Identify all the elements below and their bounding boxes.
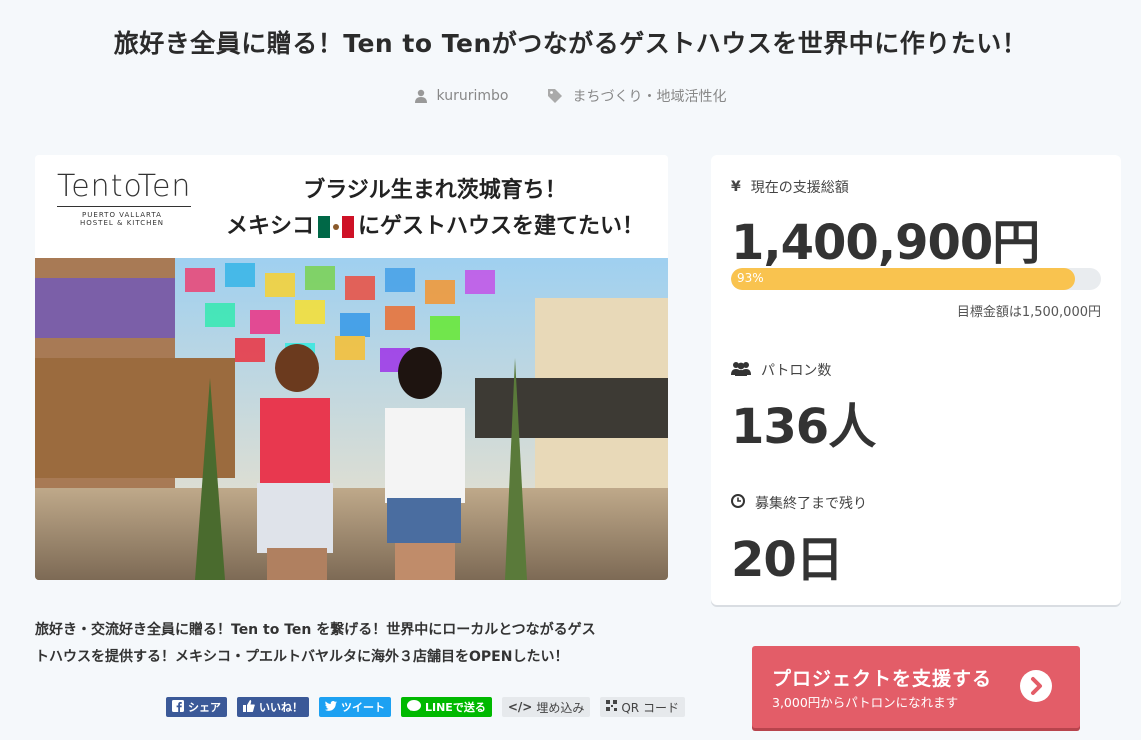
- headline-mexico: メキシコ: [225, 214, 314, 239]
- description-line-1: 旅好き・交流好き全員に贈る！Ten to Ten を繋げる！世界中にローカルとつ…: [35, 622, 596, 638]
- headline-line-2: メキシコ にゲストハウスを建てたい！: [205, 209, 665, 245]
- progress-fill: 93%: [731, 268, 1076, 290]
- user-icon: [414, 89, 427, 103]
- funding-label: 現在の支援総額: [750, 180, 849, 196]
- funding-stats-panel: ¥ 現在の支援総額 1,400,900円 93% 目標金額は1,500,000円…: [711, 155, 1121, 605]
- funding-progress-bar: 93%: [731, 268, 1101, 290]
- like-label: いいね！: [259, 701, 303, 714]
- twitter-share-button[interactable]: ツイート: [319, 697, 391, 717]
- project-hero-image: TentoTen PUERTO VALLARTA HOSTEL & KITCHE…: [35, 155, 668, 580]
- funding-amount: 1,400,900円: [731, 215, 1040, 271]
- line-label: LINEで送る: [425, 701, 486, 714]
- tag-icon: [548, 89, 563, 103]
- facebook-icon: [172, 699, 184, 715]
- banner-headline: ブラジル生まれ茨城育ち！ メキシコ にゲストハウスを建てたい！: [205, 173, 665, 245]
- qr-label: QR コード: [621, 700, 679, 715]
- hero-banner: TentoTen PUERTO VALLARTA HOSTEL & KITCHE…: [35, 155, 668, 258]
- days-remaining: 20日: [731, 532, 844, 588]
- thumbs-up-icon: [243, 699, 255, 715]
- line-share-button[interactable]: LINEで送る: [401, 697, 492, 717]
- remaining-label-row: 募集終了まで残り: [731, 493, 867, 513]
- qr-code-button[interactable]: QR コード: [600, 697, 685, 717]
- embed-label: 埋め込み: [536, 700, 585, 715]
- facebook-label: シェア: [188, 701, 221, 714]
- twitter-label: ツイート: [341, 701, 385, 714]
- logo-subtitle-2: HOSTEL & KITCHEN: [79, 219, 165, 227]
- code-icon: </>: [507, 700, 533, 714]
- users-icon: [731, 360, 751, 380]
- mexico-flag-icon: [318, 214, 354, 238]
- progress-percent: 93%: [737, 271, 764, 285]
- twitter-icon: [325, 700, 337, 714]
- logo-subtitle: PUERTO VALLARTA: [82, 211, 162, 219]
- category-name: まちづくり・地域活性化: [572, 89, 727, 105]
- qrcode-icon: [606, 700, 618, 714]
- logo-text: TentoTen: [57, 169, 192, 207]
- funding-label-row: ¥ 現在の支援総額: [731, 177, 849, 197]
- cta-sub-label: 3,000円からパトロンになれます: [772, 695, 959, 710]
- patrons-label: パトロン数: [761, 363, 832, 379]
- goal-amount: 目標金額は1,500,000円: [956, 305, 1101, 320]
- patrons-count: 136人: [731, 399, 876, 455]
- tentoten-logo: TentoTen PUERTO VALLARTA HOSTEL & KITCHE…: [57, 169, 192, 251]
- description-line-2: トハウスを提供する！メキシコ・プエルトバヤルタに海外３店舗目をOPENしたい！: [35, 649, 569, 665]
- clock-icon: [731, 494, 745, 512]
- category-link[interactable]: まちづくり・地域活性化: [548, 86, 726, 106]
- embed-button[interactable]: </> 埋め込み: [501, 697, 591, 717]
- author-link[interactable]: kururimbo: [414, 86, 509, 106]
- hero-photo: [35, 258, 668, 580]
- headline-line-1: ブラジル生まれ茨城育ち！: [303, 178, 567, 203]
- facebook-share-button[interactable]: シェア: [166, 697, 227, 717]
- support-project-button[interactable]: プロジェクトを支援する 3,000円からパトロンになれます: [752, 646, 1080, 728]
- project-description: 旅好き・交流好き全員に贈る！Ten to Ten を繋げる！世界中にローカルとつ…: [35, 617, 665, 671]
- headline-rest: にゲストハウスを建てたい！: [358, 214, 645, 239]
- share-buttons: シェア いいね！ ツイート LINEで送る </> 埋め込み QR コード: [166, 697, 685, 717]
- yen-icon: ¥: [731, 179, 741, 195]
- line-icon: [407, 699, 421, 715]
- cta-main-label: プロジェクトを支援する: [772, 668, 993, 690]
- project-meta: kururimbo まちづくり・地域活性化: [0, 86, 1141, 106]
- chevron-right-icon: [1020, 670, 1052, 702]
- remaining-label: 募集終了まで残り: [755, 496, 867, 512]
- like-button[interactable]: いいね！: [237, 697, 309, 717]
- project-title: 旅好き全員に贈る！Ten to Tenがつながるゲストハウスを世界中に作りたい！: [113, 29, 1028, 58]
- author-name: kururimbo: [436, 88, 509, 104]
- patrons-label-row: パトロン数: [731, 360, 831, 380]
